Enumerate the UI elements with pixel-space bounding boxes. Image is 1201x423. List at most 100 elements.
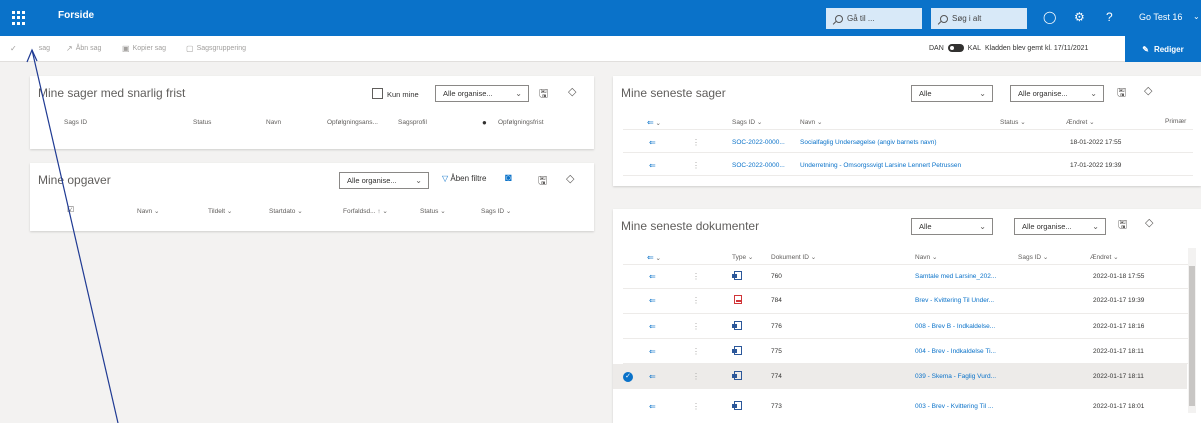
more-icon[interactable]: ⋮ (692, 161, 700, 170)
chevron-down-icon: ⌄ (415, 176, 422, 185)
pin-icon[interactable]: ⇐ (649, 372, 656, 381)
col-case-id[interactable]: Sags ID (64, 119, 87, 126)
col-case-id[interactable]: Sags ID ⌄ (481, 207, 511, 215)
eraser-icon[interactable]: ◇ (568, 85, 576, 98)
pin-icon[interactable]: ⇐ (649, 402, 656, 411)
checkmark-icon: ✓ (10, 44, 17, 53)
col-name[interactable]: Navn ⌄ (137, 207, 159, 215)
col-changed[interactable]: Ændret ⌄ (1090, 253, 1119, 261)
org-filter-dropdown[interactable]: Alle organise... ⌄ (435, 85, 529, 102)
bell-icon[interactable]: ◯ (1043, 10, 1056, 24)
new-case-button[interactable]: ✓ sag (10, 44, 50, 53)
pin-icon[interactable]: ⇐ (649, 322, 656, 331)
search-icon (940, 14, 948, 23)
col-name[interactable]: Navn (266, 119, 281, 126)
pin-icon[interactable]: ⇐ (649, 296, 656, 305)
col-primary[interactable]: Primær (1165, 118, 1186, 125)
col-type[interactable]: Type ⌄ (732, 253, 753, 261)
row-selected-check-icon[interactable]: ✓ (623, 372, 633, 382)
case-grouping-button[interactable]: ▢ Sagsgruppering (186, 44, 246, 53)
doc-name-link[interactable]: 003 - Brev - Kvittering Til ... (915, 403, 993, 410)
doc-name-link[interactable]: Brev - Kvittering Til Under... (915, 297, 994, 304)
col-status[interactable]: Status ⌄ (1000, 118, 1026, 126)
col-case-id[interactable]: Sags ID ⌄ (732, 118, 762, 126)
app-launcher-icon[interactable] (12, 11, 26, 25)
case-name-link[interactable]: Socialfaglig Undersøgelse (angiv barnets… (800, 139, 937, 146)
col-followup-deadline[interactable]: Opfølgningsfrist (498, 119, 544, 126)
status-filter-dropdown[interactable]: Alle ⌄ (911, 218, 993, 235)
more-icon[interactable]: ⋮ (692, 402, 700, 411)
more-icon[interactable]: ⋮ (692, 296, 700, 305)
col-followup-resp[interactable]: Opfølgningsans... (327, 119, 378, 126)
dropdown-value: Alle (919, 89, 932, 98)
search-icon (835, 14, 843, 23)
case-id-link[interactable]: SOC-2022-0000... (732, 139, 785, 146)
col-assigned[interactable]: Tildelt ⌄ (208, 207, 232, 215)
col-status[interactable]: Status (193, 119, 211, 126)
case-id-link[interactable]: SOC-2022-0000... (732, 162, 785, 169)
word-doc-icon (732, 346, 742, 357)
pin-icon[interactable]: ⇐ (649, 272, 656, 281)
doc-name-link[interactable]: 008 - Brev B - Indkaldelse... (915, 323, 995, 330)
eraser-icon[interactable]: ◇ (1145, 216, 1153, 229)
header-divider (623, 129, 1193, 130)
pin-icon[interactable]: ⇐ (649, 138, 656, 147)
card-title: Mine opgaver (38, 173, 111, 187)
eraser-icon[interactable]: ◇ (1144, 84, 1152, 97)
col-start-date[interactable]: Startdato ⌄ (269, 207, 303, 215)
select-all-checkbox[interactable]: ☑ (67, 205, 74, 214)
save-icon[interactable]: 🖫 (539, 85, 548, 104)
col-status[interactable]: Status ⌄ (420, 207, 446, 215)
more-icon[interactable]: ⋮ (692, 322, 700, 331)
more-icon[interactable]: ⋮ (692, 138, 700, 147)
col-name[interactable]: Navn ⌄ (915, 253, 937, 261)
only-mine-checkbox[interactable] (372, 88, 383, 99)
open-case-button[interactable]: ↗ Åbn sag (66, 44, 101, 53)
more-icon[interactable]: ⋮ (692, 372, 700, 381)
eraser-icon[interactable]: ◇ (566, 172, 574, 185)
save-icon[interactable]: 🖫 (1117, 84, 1126, 103)
doc-changed: 2022-01-17 18:16 (1093, 323, 1145, 330)
language-toggle[interactable] (947, 44, 964, 52)
app-title[interactable]: Forside (58, 10, 94, 21)
help-icon[interactable]: ? (1106, 10, 1113, 24)
org-filter-dropdown[interactable]: Alle organise... ⌄ (1010, 85, 1104, 102)
col-name[interactable]: Navn ⌄ (800, 118, 822, 126)
col-case-id[interactable]: Sags ID ⌄ (1018, 253, 1048, 261)
gear-icon[interactable]: ⚙ (1074, 10, 1085, 24)
chevron-down-icon: ⌄ (515, 89, 522, 98)
row-divider (623, 338, 1193, 339)
pin-icon[interactable]: ⇐ (649, 161, 656, 170)
org-filter-dropdown[interactable]: Alle organise... ⌄ (339, 172, 429, 189)
pin-icon[interactable]: ⇐ (649, 347, 656, 356)
dropdown-value: Alle organise... (443, 89, 493, 98)
col-changed[interactable]: Ændret ⌄ (1066, 118, 1095, 126)
case-name-link[interactable]: Underretning - Omsorgssvigt Larsine Lenn… (800, 162, 961, 169)
org-filter-dropdown[interactable]: Alle organise... ⌄ (1014, 218, 1106, 235)
user-name[interactable]: Go Test 16 (1139, 12, 1182, 22)
edit-button[interactable]: ✎ Rediger (1125, 36, 1201, 62)
docs-scrollbar[interactable] (1188, 248, 1196, 413)
chevron-down-icon[interactable]: ⌄ (1193, 12, 1200, 21)
dropdown-value: Alle organise... (347, 176, 397, 185)
case-grouping-label: Sagsgruppering (196, 45, 246, 52)
pin-column-header[interactable]: ⇐ ⌄ (647, 253, 661, 262)
doc-name-link[interactable]: 039 - Skema - Faglig Vurd... (915, 373, 996, 380)
status-filter-dropdown[interactable]: Alle ⌄ (911, 85, 993, 102)
doc-name-link[interactable]: Samtale med Larsine_202... (915, 273, 996, 280)
doc-name-link[interactable]: 004 - Brev - Indkaldelse Ti... (915, 348, 996, 355)
pin-column-header[interactable]: ⇐ ⌄ (647, 118, 661, 127)
open-filters-button[interactable]: ▽ Åben filtre (442, 174, 486, 183)
save-icon[interactable]: 🖫 (1118, 216, 1127, 235)
search-input[interactable]: Søg i alt (931, 8, 1027, 29)
col-document-id[interactable]: Dokument ID ⌄ (771, 253, 816, 261)
outlook-icon[interactable]: ◙ (505, 172, 512, 184)
col-due-date[interactable]: Forfaldsd... ↑ ⌄ (343, 207, 388, 215)
more-icon[interactable]: ⋮ (692, 347, 700, 356)
save-icon[interactable]: 🖫 (538, 172, 547, 191)
goto-input[interactable]: Gå til ... (826, 8, 922, 29)
scrollbar-thumb[interactable] (1189, 266, 1195, 406)
col-case-profile[interactable]: Sagsprofil (398, 119, 427, 126)
more-icon[interactable]: ⋮ (692, 272, 700, 281)
copy-case-button[interactable]: ▣ Kopier sag (122, 44, 166, 53)
